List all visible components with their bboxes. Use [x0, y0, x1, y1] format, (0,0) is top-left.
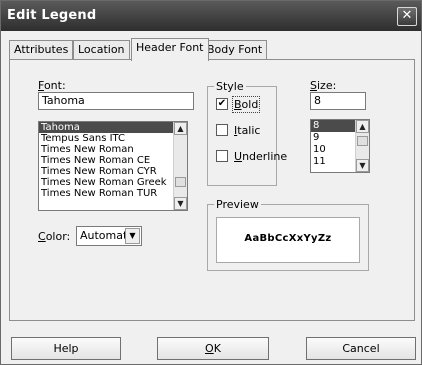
tab-attributes[interactable]: Attributes: [9, 40, 74, 60]
list-item[interactable]: Times New Roman: [39, 144, 187, 155]
underline-label: Underline: [234, 150, 288, 163]
chevron-up-icon: ▲: [359, 122, 366, 131]
ok-button[interactable]: OK: [157, 337, 269, 360]
style-group-title: Style: [214, 80, 246, 93]
checkmark-icon[interactable]: ✔: [216, 98, 228, 110]
tab-label: Attributes: [14, 43, 69, 56]
italic-checkbox[interactable]: Italic: [216, 124, 260, 138]
tab-header-font[interactable]: Header Font: [131, 38, 209, 61]
scroll-up-button[interactable]: ▲: [174, 122, 187, 135]
chevron-down-icon: ▼: [177, 199, 184, 208]
tab-label: Body Font: [207, 43, 263, 56]
font-list-scrollbar[interactable]: ▲ ▼: [173, 122, 187, 210]
tab-label: Header Font: [136, 41, 204, 54]
font-input[interactable]: Tahoma: [38, 92, 194, 110]
cancel-button[interactable]: Cancel: [306, 337, 416, 360]
list-item[interactable]: Times New Roman CYR: [39, 166, 187, 177]
list-item[interactable]: Tempus Sans ITC: [39, 133, 187, 144]
scroll-thumb[interactable]: [175, 177, 186, 187]
scroll-down-button[interactable]: ▼: [356, 159, 369, 172]
chevron-down-icon[interactable]: ▼: [125, 228, 140, 244]
scroll-up-button[interactable]: ▲: [356, 120, 369, 133]
preview-box: AaBbCcXxYyZz: [216, 217, 360, 263]
chevron-down-icon: ▼: [359, 161, 366, 170]
tab-location[interactable]: Location: [73, 40, 130, 60]
close-icon: ✕: [401, 8, 413, 23]
scroll-down-button[interactable]: ▼: [174, 197, 187, 210]
tab-panel: Font: Tahoma Tahoma Tempus Sans ITC Time…: [9, 59, 415, 321]
color-label: Color:: [38, 230, 71, 243]
list-item[interactable]: Times New Roman CE: [39, 155, 187, 166]
color-select[interactable]: Automatic ▼: [76, 226, 142, 246]
bold-label: Bold: [231, 96, 261, 113]
list-item[interactable]: Times New Roman Greek: [39, 177, 187, 188]
preview-group-title: Preview: [214, 198, 261, 211]
size-list-scrollbar[interactable]: ▲ ▼: [355, 120, 369, 172]
help-button[interactable]: Help: [11, 337, 121, 360]
list-item[interactable]: Tahoma: [39, 122, 187, 133]
checkbox-box[interactable]: [216, 124, 228, 136]
font-label: Font:: [38, 79, 66, 92]
dialog-title: Edit Legend: [7, 8, 97, 23]
bold-checkbox[interactable]: ✔ Bold: [216, 96, 261, 113]
scroll-thumb[interactable]: [357, 136, 368, 146]
preview-sample: AaBbCcXxYyZz: [244, 233, 332, 244]
font-list[interactable]: Tahoma Tempus Sans ITC Times New Roman T…: [38, 121, 188, 211]
title-bar: Edit Legend ✕: [1, 1, 421, 31]
preview-group: Preview AaBbCcXxYyZz: [207, 198, 369, 271]
size-label: Size:: [310, 79, 337, 92]
size-input[interactable]: 8: [310, 92, 366, 110]
italic-label: Italic: [234, 124, 261, 137]
edit-legend-dialog: Edit Legend ✕ Attributes Location Header…: [0, 0, 422, 365]
close-button[interactable]: ✕: [397, 7, 417, 26]
chevron-up-icon: ▲: [177, 124, 184, 133]
underline-checkbox[interactable]: Underline: [216, 150, 287, 164]
size-list[interactable]: 8 9 10 11 ▲ ▼: [310, 119, 370, 173]
checkbox-box[interactable]: [216, 150, 228, 162]
list-item[interactable]: Times New Roman TUR: [39, 188, 187, 199]
style-group: Style ✔ Bold Italic Underline: [207, 80, 287, 186]
tab-label: Location: [78, 43, 125, 56]
tab-body-font[interactable]: Body Font: [202, 40, 268, 60]
